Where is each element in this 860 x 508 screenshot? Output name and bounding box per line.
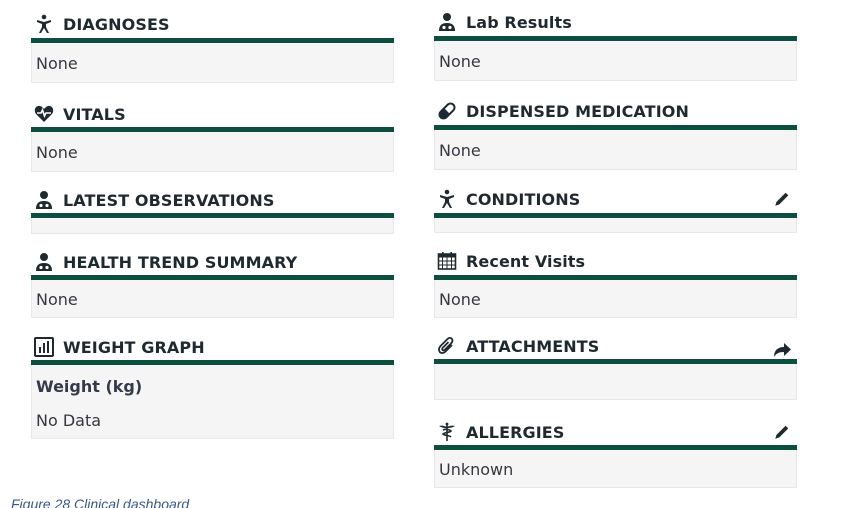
dispensed-medication-header: DISPENSED MEDICATION (434, 100, 797, 122)
weight-graph-value: No Data (36, 411, 102, 430)
recent-visits-value: None (439, 290, 481, 309)
doctor-icon (436, 11, 458, 33)
diagnoses-value: None (36, 54, 78, 73)
lab-results-header: Lab Results (434, 11, 797, 33)
latest-observations-title: LATEST OBSERVATIONS (63, 190, 275, 210)
caduceus-icon (436, 421, 458, 443)
attachments-body (434, 364, 797, 400)
dispensed-medication-title: DISPENSED MEDICATION (466, 101, 689, 121)
health-trend-summary-title: HEALTH TREND SUMMARY (63, 252, 298, 272)
person-stretch-icon (33, 13, 55, 35)
dispensed-medication-body: None (434, 130, 797, 170)
allergies-title: ALLERGIES (466, 422, 565, 442)
recent-visits-body: None (434, 280, 797, 318)
share-arrow-icon[interactable] (771, 339, 793, 361)
diagnoses-body: None (31, 43, 394, 83)
diagnoses-header: DIAGNOSES (31, 13, 394, 35)
conditions-body (434, 218, 797, 233)
lab-results-title: Lab Results (466, 12, 572, 32)
allergies-value: Unknown (439, 460, 514, 479)
weight-graph-body: Weight (kg) No Data (31, 365, 394, 439)
conditions-header: CONDITIONS (434, 188, 797, 210)
person-stretch-icon (436, 188, 458, 210)
paperclip-icon (436, 335, 458, 357)
attachments-header: ATTACHMENTS (434, 335, 797, 357)
vitals-title: VITALS (63, 104, 126, 124)
recent-visits-title: Recent Visits (466, 251, 586, 271)
bar-chart-icon (33, 336, 55, 358)
vitals-value: None (36, 143, 78, 162)
pencil-icon[interactable] (771, 421, 793, 443)
calendar-icon (436, 250, 458, 272)
weight-graph-title: WEIGHT GRAPH (63, 337, 205, 357)
conditions-title: CONDITIONS (466, 189, 581, 209)
vitals-body: None (31, 132, 394, 172)
doctor-icon (33, 189, 55, 211)
pill-icon (436, 100, 458, 122)
recent-visits-header: Recent Visits (434, 250, 797, 272)
attachments-title: ATTACHMENTS (466, 336, 600, 356)
heartbeat-icon (33, 103, 55, 125)
health-trend-summary-header: HEALTH TREND SUMMARY (31, 251, 394, 273)
weight-graph-header: WEIGHT GRAPH (31, 336, 394, 358)
latest-observations-header: LATEST OBSERVATIONS (31, 189, 394, 211)
dispensed-medication-value: None (439, 141, 481, 160)
latest-observations-body (31, 218, 394, 234)
health-trend-summary-value: None (36, 290, 78, 309)
health-trend-summary-body: None (31, 280, 394, 318)
vitals-header: VITALS (31, 103, 394, 125)
diagnoses-title: DIAGNOSES (63, 14, 170, 34)
weight-graph-subtitle: Weight (kg) (36, 377, 143, 396)
doctor-icon (33, 251, 55, 273)
lab-results-body: None (434, 41, 797, 81)
figure-caption: Figure 28 Clinical dashboard (11, 496, 190, 508)
allergies-body: Unknown (434, 450, 797, 488)
allergies-header: ALLERGIES (434, 421, 797, 443)
lab-results-value: None (439, 52, 481, 71)
pencil-icon[interactable] (771, 188, 793, 210)
